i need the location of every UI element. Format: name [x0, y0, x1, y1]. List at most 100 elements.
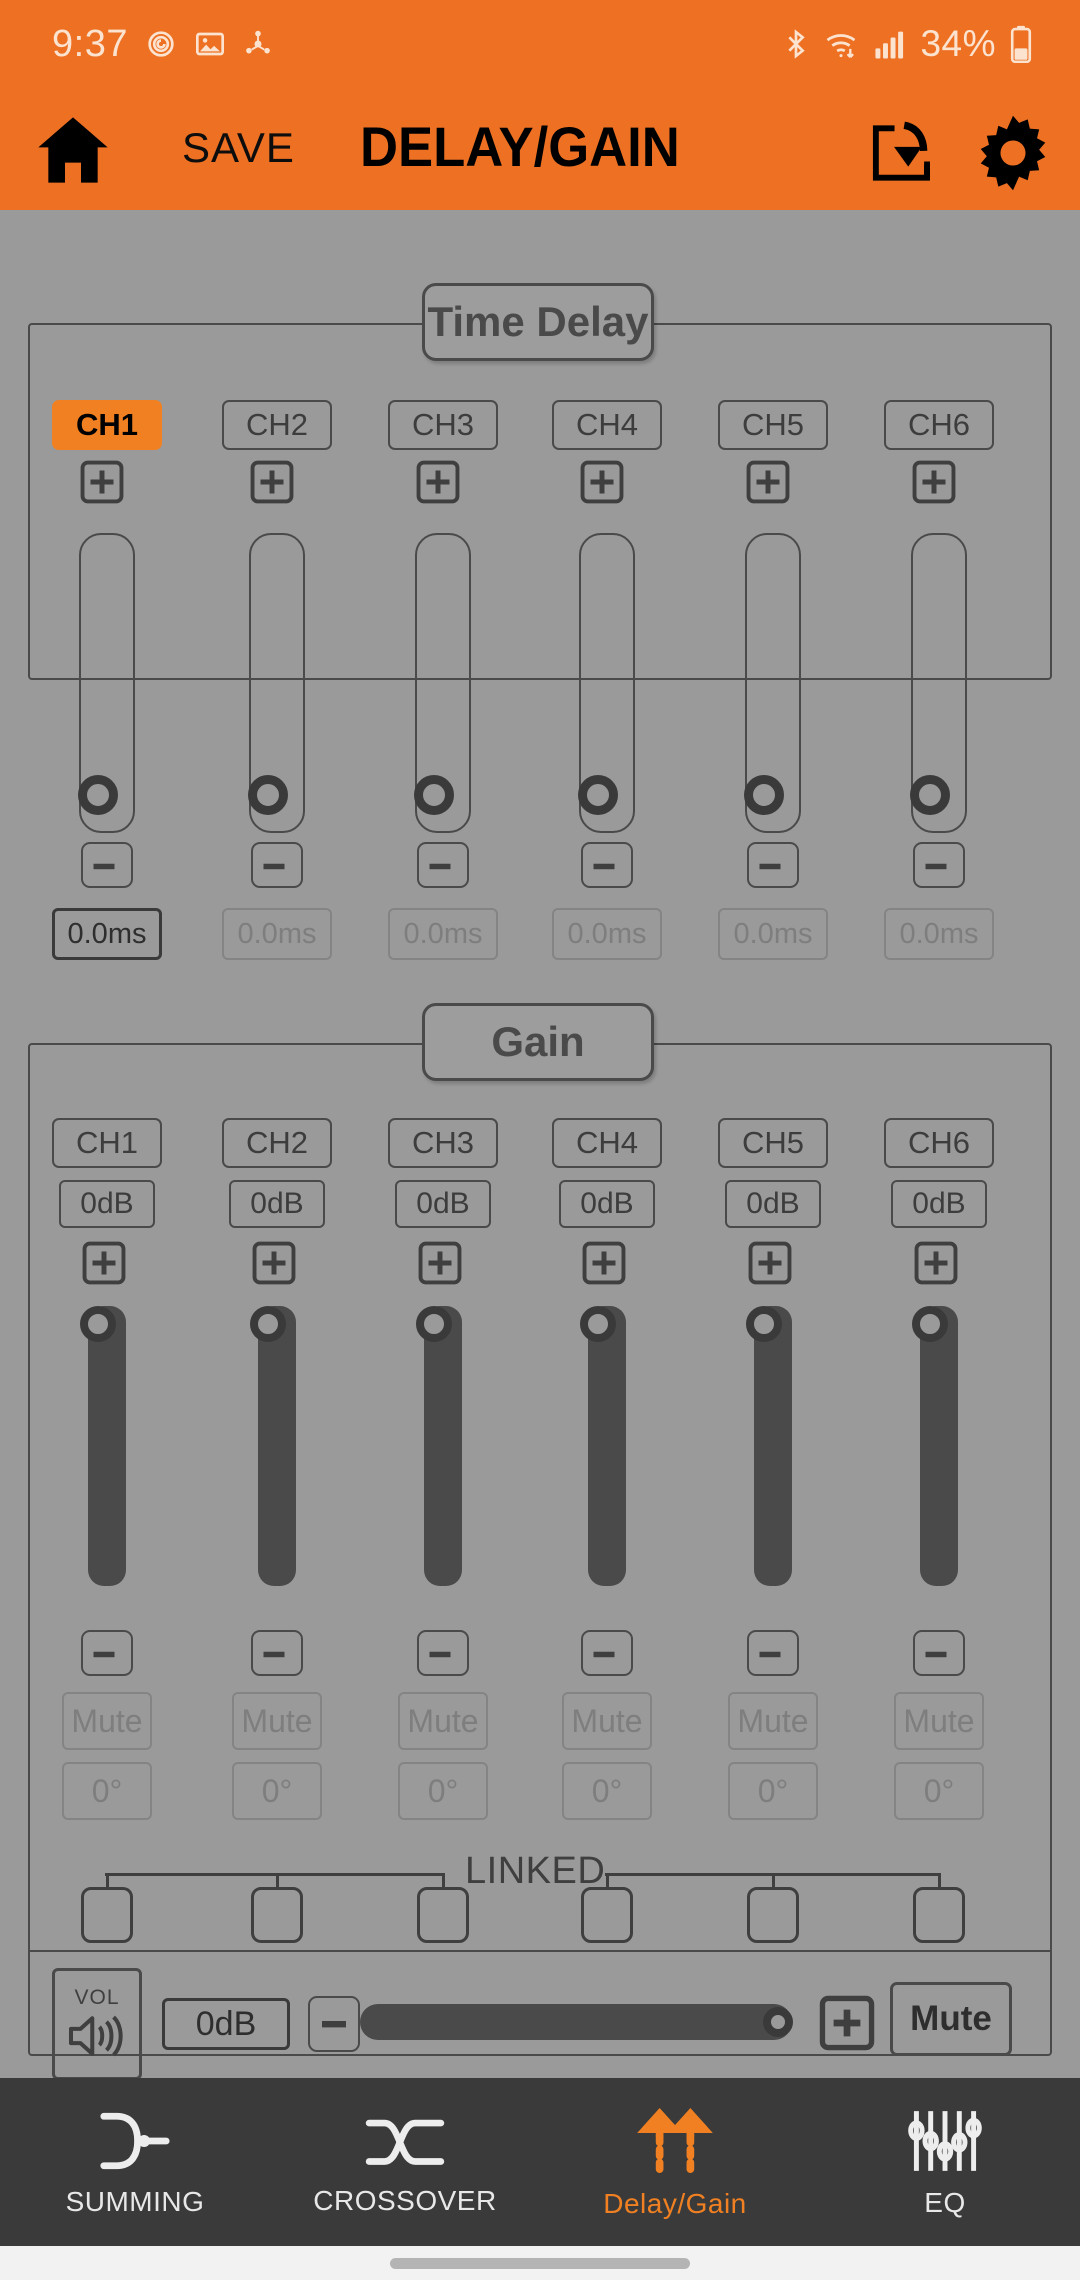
- gain-slider-ch4[interactable]: [580, 1306, 626, 1586]
- time-delay-slider-ch6[interactable]: [910, 533, 967, 833]
- gain-plus-ch1[interactable]: [81, 1240, 133, 1292]
- time-delay-value-ch2[interactable]: 0.0ms: [222, 908, 332, 960]
- settings-button[interactable]: [968, 110, 1058, 201]
- gain-slider-knob[interactable]: [580, 1306, 616, 1342]
- gain-plus-ch5[interactable]: [747, 1240, 799, 1292]
- time-delay-slider-ch2[interactable]: [248, 533, 305, 833]
- master-minus-button[interactable]: [308, 1996, 360, 2052]
- load-button[interactable]: [866, 116, 940, 195]
- master-mute-button[interactable]: Mute: [890, 1982, 1012, 2056]
- time-delay-channel-ch5[interactable]: CH5: [718, 400, 828, 450]
- gain-channel-ch5[interactable]: CH5: [718, 1118, 828, 1168]
- gain-slider-ch6[interactable]: [912, 1306, 958, 1586]
- time-delay-minus-ch1[interactable]: [81, 842, 133, 888]
- nav-item-summing[interactable]: SUMMING: [0, 2078, 270, 2246]
- gain-phase-ch2[interactable]: 0°: [232, 1762, 322, 1820]
- gain-slider-knob[interactable]: [746, 1306, 782, 1342]
- gain-plus-ch2[interactable]: [251, 1240, 303, 1292]
- linked-checkbox-ch4[interactable]: [581, 1887, 633, 1943]
- time-delay-minus-ch3[interactable]: [417, 842, 469, 888]
- gain-minus-ch2[interactable]: [251, 1630, 303, 1676]
- nav-item-crossover[interactable]: CROSSOVER: [270, 2078, 540, 2246]
- gain-slider-knob[interactable]: [416, 1306, 452, 1342]
- time-delay-slider-knob[interactable]: [910, 775, 950, 815]
- time-delay-slider-knob[interactable]: [248, 775, 288, 815]
- gain-channel-ch6[interactable]: CH6: [884, 1118, 994, 1168]
- gain-phase-ch5[interactable]: 0°: [728, 1762, 818, 1820]
- time-delay-channel-ch6[interactable]: CH6: [884, 400, 994, 450]
- time-delay-plus-ch3[interactable]: [415, 459, 471, 511]
- time-delay-slider-ch5[interactable]: [744, 533, 801, 833]
- linked-checkbox-ch3[interactable]: [417, 1887, 469, 1943]
- time-delay-slider-knob[interactable]: [414, 775, 454, 815]
- gain-phase-ch1[interactable]: 0°: [62, 1762, 152, 1820]
- gain-slider-ch5[interactable]: [746, 1306, 792, 1586]
- gain-channel-ch1[interactable]: CH1: [52, 1118, 162, 1168]
- gain-mute-ch3[interactable]: Mute: [398, 1692, 488, 1750]
- time-delay-plus-ch5[interactable]: [745, 459, 801, 511]
- time-delay-value-ch4[interactable]: 0.0ms: [552, 908, 662, 960]
- time-delay-slider-knob[interactable]: [78, 775, 118, 815]
- gain-channel-ch3[interactable]: CH3: [388, 1118, 498, 1168]
- gain-minus-ch5[interactable]: [747, 1630, 799, 1676]
- time-delay-slider-knob[interactable]: [578, 775, 618, 815]
- gain-minus-ch4[interactable]: [581, 1630, 633, 1676]
- linked-checkbox-ch2[interactable]: [251, 1887, 303, 1943]
- master-db-value[interactable]: 0dB: [162, 1998, 290, 2050]
- time-delay-slider-knob[interactable]: [744, 775, 784, 815]
- gain-phase-ch3[interactable]: 0°: [398, 1762, 488, 1820]
- gain-slider-knob[interactable]: [912, 1306, 948, 1342]
- master-volume-track[interactable]: [360, 2004, 792, 2040]
- time-delay-channel-ch3[interactable]: CH3: [388, 400, 498, 450]
- gain-plus-ch6[interactable]: [913, 1240, 965, 1292]
- linked-checkbox-ch5[interactable]: [747, 1887, 799, 1943]
- nav-item-eq[interactable]: EQ: [810, 2078, 1080, 2246]
- gain-db-ch4[interactable]: 0dB: [559, 1180, 655, 1228]
- time-delay-minus-ch6[interactable]: [913, 842, 965, 888]
- time-delay-channel-ch1[interactable]: CH1: [52, 400, 162, 450]
- gain-slider-ch2[interactable]: [250, 1306, 296, 1586]
- home-button[interactable]: [30, 110, 116, 195]
- gain-plus-ch3[interactable]: [417, 1240, 469, 1292]
- gain-mute-ch5[interactable]: Mute: [728, 1692, 818, 1750]
- gain-minus-ch3[interactable]: [417, 1630, 469, 1676]
- linked-checkbox-ch6[interactable]: [913, 1887, 965, 1943]
- time-delay-minus-ch5[interactable]: [747, 842, 799, 888]
- time-delay-value-ch1[interactable]: 0.0ms: [52, 908, 162, 960]
- time-delay-plus-ch1[interactable]: [79, 459, 135, 511]
- gain-db-ch5[interactable]: 0dB: [725, 1180, 821, 1228]
- gain-slider-ch1[interactable]: [80, 1306, 126, 1586]
- gain-phase-ch4[interactable]: 0°: [562, 1762, 652, 1820]
- gain-db-ch2[interactable]: 0dB: [229, 1180, 325, 1228]
- gain-mute-ch2[interactable]: Mute: [232, 1692, 322, 1750]
- gain-phase-ch6[interactable]: 0°: [894, 1762, 984, 1820]
- time-delay-minus-ch2[interactable]: [251, 842, 303, 888]
- gain-db-ch1[interactable]: 0dB: [59, 1180, 155, 1228]
- linked-checkbox-ch1[interactable]: [81, 1887, 133, 1943]
- gain-mute-ch4[interactable]: Mute: [562, 1692, 652, 1750]
- time-delay-plus-ch6[interactable]: [911, 459, 967, 511]
- nav-item-delay-gain[interactable]: Delay/Gain: [540, 2078, 810, 2246]
- gain-channel-ch2[interactable]: CH2: [222, 1118, 332, 1168]
- time-delay-plus-ch2[interactable]: [249, 459, 305, 511]
- time-delay-slider-ch1[interactable]: [78, 533, 135, 833]
- save-button[interactable]: SAVE: [182, 124, 295, 172]
- time-delay-value-ch6[interactable]: 0.0ms: [884, 908, 994, 960]
- master-volume-knob[interactable]: [763, 2007, 793, 2037]
- master-plus-button[interactable]: [818, 1992, 876, 2054]
- gain-db-ch6[interactable]: 0dB: [891, 1180, 987, 1228]
- time-delay-value-ch3[interactable]: 0.0ms: [388, 908, 498, 960]
- time-delay-channel-ch4[interactable]: CH4: [552, 400, 662, 450]
- gain-slider-knob[interactable]: [250, 1306, 286, 1342]
- gain-channel-ch4[interactable]: CH4: [552, 1118, 662, 1168]
- gain-slider-knob[interactable]: [80, 1306, 116, 1342]
- gain-db-ch3[interactable]: 0dB: [395, 1180, 491, 1228]
- gain-plus-ch4[interactable]: [581, 1240, 633, 1292]
- gain-slider-ch3[interactable]: [416, 1306, 462, 1586]
- time-delay-minus-ch4[interactable]: [581, 842, 633, 888]
- gain-mute-ch1[interactable]: Mute: [62, 1692, 152, 1750]
- time-delay-slider-ch4[interactable]: [578, 533, 635, 833]
- time-delay-value-ch5[interactable]: 0.0ms: [718, 908, 828, 960]
- gain-mute-ch6[interactable]: Mute: [894, 1692, 984, 1750]
- gesture-pill[interactable]: [390, 2258, 690, 2269]
